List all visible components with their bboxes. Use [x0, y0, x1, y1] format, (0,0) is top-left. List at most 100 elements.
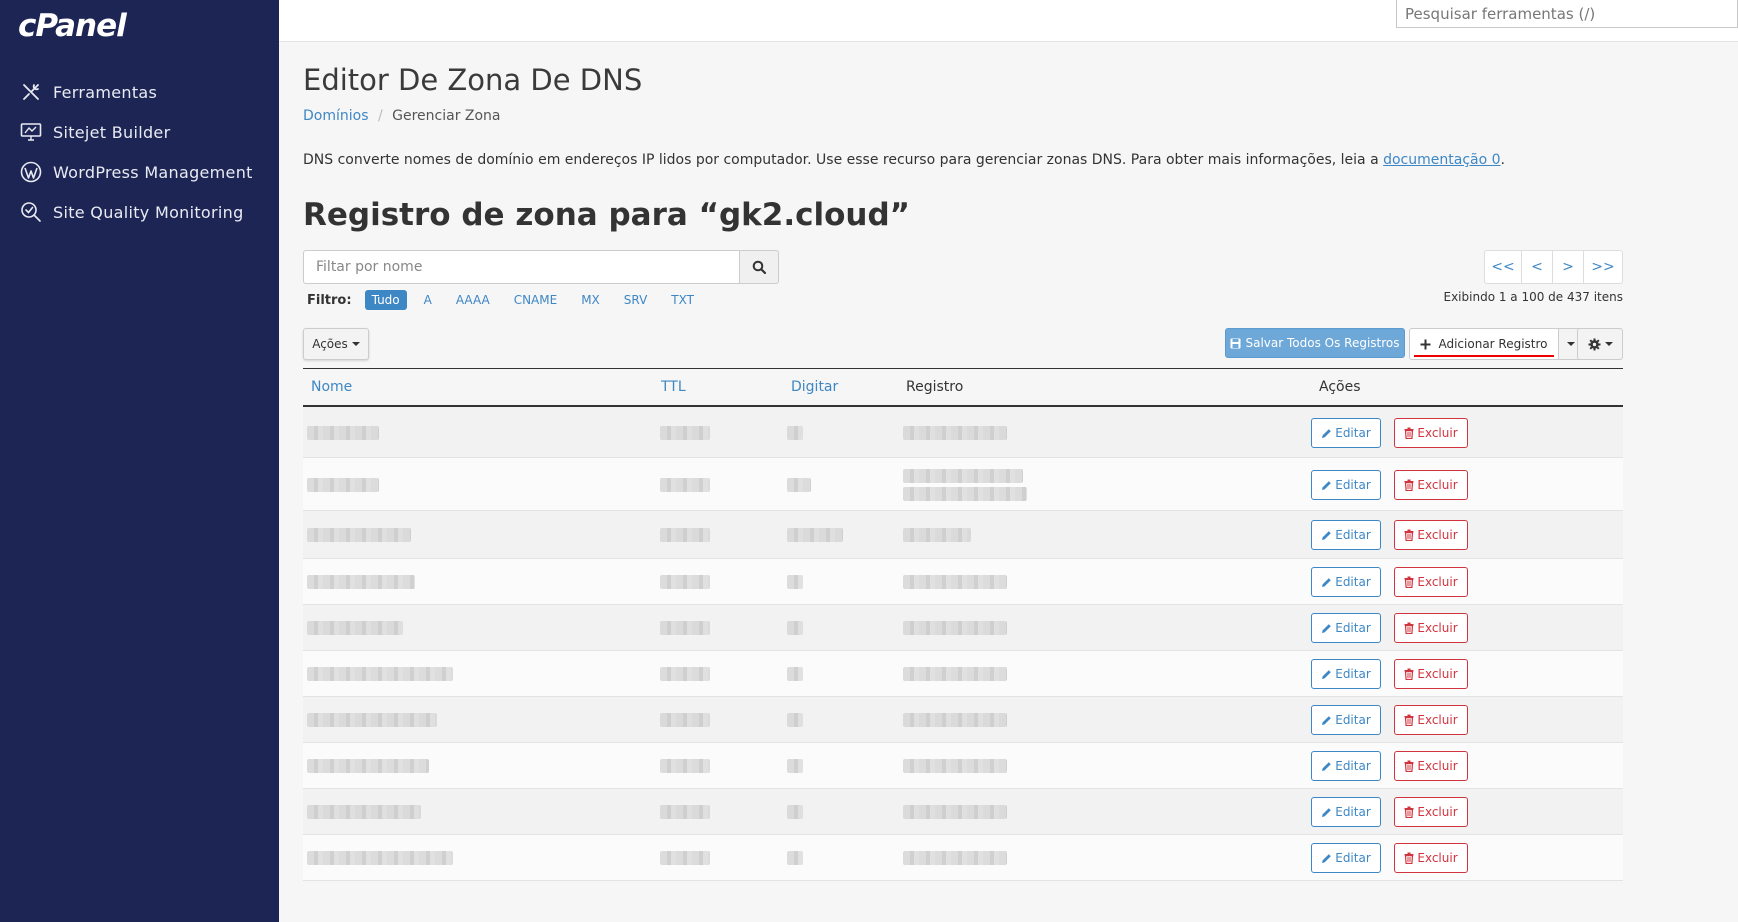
- record-value-redacted: [903, 621, 1007, 635]
- sidebar-nav: Ferramentas Sitejet Builder WordPress Ma…: [0, 72, 279, 232]
- settings-dropdown-button[interactable]: [1577, 328, 1623, 360]
- filter-name-input[interactable]: [303, 250, 741, 284]
- pencil-icon: [1322, 853, 1332, 863]
- delete-record-button[interactable]: Excluir: [1394, 705, 1468, 735]
- delete-record-button[interactable]: Excluir: [1394, 659, 1468, 689]
- page-first-button[interactable]: <<: [1484, 250, 1522, 284]
- edit-record-button[interactable]: Editar: [1311, 705, 1381, 735]
- search-icon: [752, 260, 767, 274]
- record-ttl-redacted: [660, 621, 710, 635]
- record-value-redacted: [903, 469, 1023, 483]
- table-body: Editar Excluir Editar Excluir Editar Excluir E…: [303, 407, 1623, 881]
- edit-label: Editar: [1335, 528, 1371, 542]
- record-ttl-redacted: [660, 805, 710, 819]
- record-type-redacted: [787, 667, 803, 681]
- intro-end: .: [1500, 152, 1505, 168]
- filter-chip-cname[interactable]: CNAME: [507, 290, 565, 310]
- record-name-redacted: [307, 805, 421, 819]
- add-record-group: Adicionar Registro: [1409, 328, 1583, 360]
- filter-chip-txt[interactable]: TXT: [664, 290, 701, 310]
- add-record-label: Adicionar Registro: [1438, 337, 1548, 351]
- record-value-redacted: [903, 575, 1007, 589]
- edit-record-button[interactable]: Editar: [1311, 751, 1381, 781]
- save-all-records-button[interactable]: Salvar Todos Os Registros: [1225, 328, 1405, 358]
- record-name-redacted: [307, 426, 379, 440]
- record-ttl-redacted: [660, 759, 710, 773]
- filter-chip-all[interactable]: Tudo: [364, 290, 407, 310]
- cpanel-logo[interactable]: cPanel: [18, 8, 127, 44]
- record-type-redacted: [787, 805, 803, 819]
- delete-record-button[interactable]: Excluir: [1394, 843, 1468, 873]
- edit-label: Editar: [1335, 426, 1371, 440]
- sidebar-item-sitejet[interactable]: Sitejet Builder: [0, 112, 279, 152]
- delete-label: Excluir: [1417, 478, 1458, 492]
- actions-dropdown-button[interactable]: Ações: [303, 328, 369, 360]
- delete-record-button[interactable]: Excluir: [1394, 520, 1468, 550]
- page-last-button[interactable]: >>: [1583, 250, 1623, 284]
- pagination: << < > >>: [1484, 250, 1623, 284]
- record-ttl-redacted: [660, 528, 710, 542]
- column-header-ttl[interactable]: TTL: [661, 379, 686, 395]
- edit-record-button[interactable]: Editar: [1311, 613, 1381, 643]
- record-ttl-redacted: [660, 851, 710, 865]
- table-row: Editar Excluir: [303, 407, 1623, 458]
- record-type-redacted: [787, 575, 803, 589]
- sidebar-item-wordpress[interactable]: WordPress Management: [0, 152, 279, 192]
- highlight-underline: [1414, 355, 1554, 357]
- page-prev-button[interactable]: <: [1521, 250, 1553, 284]
- sidebar-item-site-quality[interactable]: Site Quality Monitoring: [0, 192, 279, 232]
- delete-label: Excluir: [1417, 805, 1458, 819]
- filter-chip-a[interactable]: A: [417, 290, 439, 310]
- edit-record-button[interactable]: Editar: [1311, 567, 1381, 597]
- filter-label: Filtro:: [307, 292, 352, 308]
- record-name-redacted: [307, 851, 453, 865]
- trash-icon: [1404, 479, 1414, 491]
- delete-record-button[interactable]: Excluir: [1394, 470, 1468, 500]
- documentation-link[interactable]: documentação 0: [1383, 152, 1500, 168]
- record-type-redacted: [787, 426, 803, 440]
- edit-record-button[interactable]: Editar: [1311, 470, 1381, 500]
- page-next-button[interactable]: >: [1552, 250, 1584, 284]
- delete-label: Excluir: [1417, 713, 1458, 727]
- filter-search-button[interactable]: [740, 250, 779, 284]
- record-name-redacted: [307, 478, 379, 492]
- record-ttl-redacted: [660, 667, 710, 681]
- breadcrumb: Domínios / Gerenciar Zona: [303, 108, 501, 124]
- edit-record-button[interactable]: Editar: [1311, 797, 1381, 827]
- filter-box: [303, 250, 779, 284]
- filter-chip-aaaa[interactable]: AAAA: [449, 290, 497, 310]
- edit-record-button[interactable]: Editar: [1311, 659, 1381, 689]
- record-type-redacted: [787, 528, 843, 542]
- tool-search-input[interactable]: [1396, 0, 1738, 28]
- column-header-type[interactable]: Digitar: [791, 379, 838, 395]
- edit-record-button[interactable]: Editar: [1311, 520, 1381, 550]
- table-row: Editar Excluir: [303, 559, 1623, 605]
- delete-record-button[interactable]: Excluir: [1394, 418, 1468, 448]
- record-name-redacted: [307, 621, 403, 635]
- gear-icon: [1588, 338, 1600, 350]
- filter-chip-mx[interactable]: MX: [574, 290, 607, 310]
- table-row: Editar Excluir: [303, 789, 1623, 835]
- filter-chip-srv[interactable]: SRV: [617, 290, 655, 310]
- record-name-redacted: [307, 528, 411, 542]
- breadcrumb-current: Gerenciar Zona: [392, 108, 501, 124]
- trash-icon: [1404, 529, 1414, 541]
- breadcrumb-domains-link[interactable]: Domínios: [303, 108, 369, 124]
- trash-icon: [1404, 668, 1414, 680]
- edit-label: Editar: [1335, 805, 1371, 819]
- delete-label: Excluir: [1417, 426, 1458, 440]
- delete-record-button[interactable]: Excluir: [1394, 797, 1468, 827]
- sidebar-item-ferramentas[interactable]: Ferramentas: [0, 72, 279, 112]
- delete-label: Excluir: [1417, 528, 1458, 542]
- column-header-name[interactable]: Nome: [311, 379, 352, 395]
- delete-record-button[interactable]: Excluir: [1394, 751, 1468, 781]
- delete-record-button[interactable]: Excluir: [1394, 567, 1468, 597]
- table-header: Nome TTL Digitar Registro Ações: [303, 369, 1623, 407]
- edit-record-button[interactable]: Editar: [1311, 843, 1381, 873]
- edit-label: Editar: [1335, 759, 1371, 773]
- edit-record-button[interactable]: Editar: [1311, 418, 1381, 448]
- pencil-icon: [1322, 623, 1332, 633]
- record-type-redacted: [787, 621, 803, 635]
- delete-record-button[interactable]: Excluir: [1394, 613, 1468, 643]
- add-record-button[interactable]: Adicionar Registro: [1409, 328, 1559, 360]
